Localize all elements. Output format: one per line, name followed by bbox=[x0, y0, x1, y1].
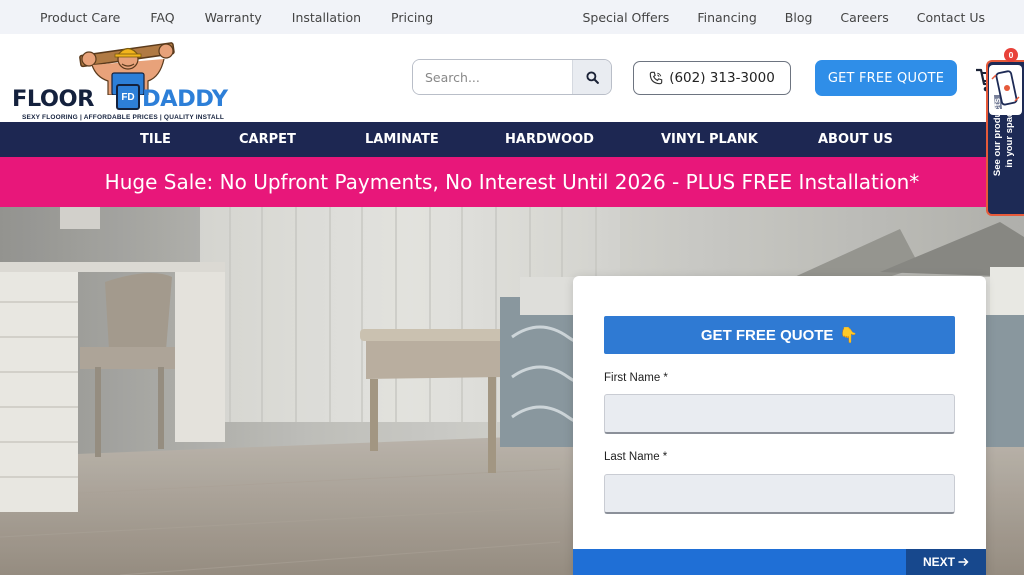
link-warranty[interactable]: Warranty bbox=[205, 10, 262, 25]
site-logo[interactable]: FLOOR FD DADDY SEXY FLOORING | AFFORDABL… bbox=[12, 37, 240, 121]
promo-banner[interactable]: Huge Sale: No Upfront Payments, No Inter… bbox=[0, 157, 1024, 207]
ar-count-badge: 0 bbox=[1004, 48, 1018, 62]
phone-number: (602) 313-3000 bbox=[669, 70, 775, 86]
utility-links-left: Product Care FAQ Warranty Installation P… bbox=[0, 10, 433, 25]
search-box bbox=[412, 59, 612, 95]
ar-tab-text: See our products in your space bbox=[992, 62, 1016, 212]
link-installation[interactable]: Installation bbox=[292, 10, 361, 25]
site-header: FLOOR FD DADDY SEXY FLOORING | AFFORDABL… bbox=[0, 34, 1024, 122]
first-name-field[interactable] bbox=[604, 394, 955, 434]
link-contact-us[interactable]: Contact Us bbox=[917, 10, 985, 25]
arrow-right-icon bbox=[958, 557, 969, 567]
first-name-label: First Name * bbox=[604, 372, 668, 384]
next-button[interactable]: NEXT bbox=[906, 549, 986, 575]
last-name-field[interactable] bbox=[604, 474, 955, 514]
nav-item-carpet[interactable]: CARPET bbox=[239, 122, 296, 157]
link-blog[interactable]: Blog bbox=[785, 10, 813, 25]
link-product-care[interactable]: Product Care bbox=[40, 10, 120, 25]
nav-item-about-us[interactable]: ABOUT US bbox=[818, 122, 893, 157]
search-input[interactable] bbox=[413, 60, 572, 94]
nav-item-laminate[interactable]: LAMINATE bbox=[365, 122, 439, 157]
phone-icon bbox=[649, 71, 663, 85]
logo-badge: FD bbox=[116, 84, 140, 110]
ar-view-tab[interactable]: See our products in your space bbox=[986, 60, 1024, 216]
search-button[interactable] bbox=[572, 60, 611, 94]
link-pricing[interactable]: Pricing bbox=[391, 10, 433, 25]
search-icon bbox=[585, 70, 599, 84]
form-title: GET FREE QUOTE 👇 bbox=[604, 316, 955, 354]
main-nav: TILE CARPET LAMINATE HARDWOOD VINYL PLAN… bbox=[0, 122, 1024, 157]
link-financing[interactable]: Financing bbox=[697, 10, 756, 25]
nav-item-tile[interactable]: TILE bbox=[140, 122, 171, 157]
get-free-quote-button[interactable]: GET FREE QUOTE bbox=[815, 60, 957, 96]
utility-links-right: Special Offers Financing Blog Careers Co… bbox=[583, 10, 1024, 25]
form-footer-bar: NEXT bbox=[573, 549, 986, 575]
logo-text-floor: FLOOR bbox=[12, 86, 95, 112]
link-special-offers[interactable]: Special Offers bbox=[583, 10, 670, 25]
nav-item-hardwood[interactable]: HARDWOOD bbox=[505, 122, 594, 157]
form-title-text: GET FREE QUOTE bbox=[700, 326, 834, 344]
logo-text-daddy: DADDY bbox=[142, 86, 228, 112]
link-faq[interactable]: FAQ bbox=[150, 10, 174, 25]
phone-button[interactable]: (602) 313-3000 bbox=[633, 61, 791, 95]
pointing-down-icon: 👇 bbox=[839, 327, 859, 344]
last-name-label: Last Name * bbox=[604, 451, 668, 463]
utility-bar: Product Care FAQ Warranty Installation P… bbox=[0, 0, 1024, 34]
quote-form: GET FREE QUOTE 👇 First Name * Last Name … bbox=[573, 276, 986, 575]
nav-item-vinyl-plank[interactable]: VINYL PLANK bbox=[661, 122, 758, 157]
next-label: NEXT bbox=[922, 555, 955, 569]
ar-tab-text-line2: in your space bbox=[1004, 106, 1015, 168]
logo-tagline: SEXY FLOORING | AFFORDABLE PRICES | QUAL… bbox=[22, 114, 225, 121]
link-careers[interactable]: Careers bbox=[840, 10, 888, 25]
ar-tab-text-line1: See our products bbox=[992, 97, 1003, 177]
